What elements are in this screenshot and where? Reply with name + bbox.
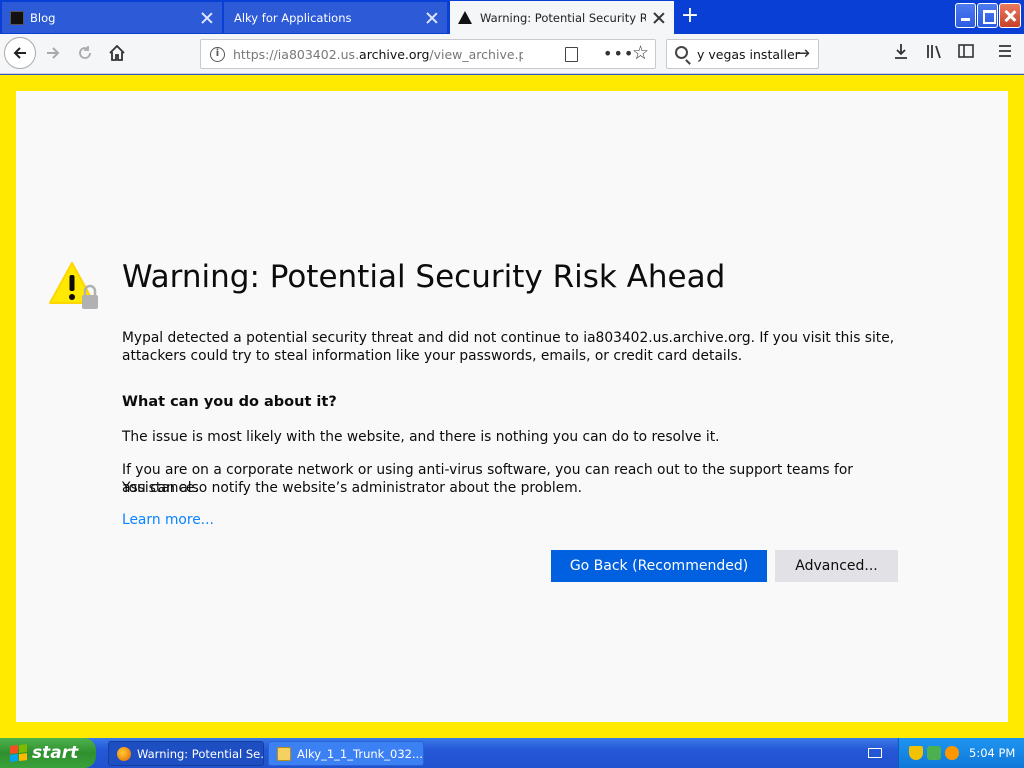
issue-text: The issue is most likely with the websit… bbox=[122, 429, 720, 445]
library-button[interactable] bbox=[925, 42, 943, 65]
more-actions-icon[interactable]: ••• bbox=[603, 44, 634, 63]
reader-view-icon[interactable] bbox=[565, 47, 578, 62]
url-bar[interactable]: i https://ia803402.us.archive.org/view_a… bbox=[200, 39, 656, 69]
tab-warning[interactable]: Warning: Potential Security Risk Ah bbox=[450, 1, 674, 34]
close-icon[interactable] bbox=[425, 11, 439, 25]
security-shield-icon[interactable] bbox=[909, 746, 923, 760]
forward-button[interactable] bbox=[38, 38, 68, 68]
go-back-button[interactable]: Go Back (Recommended) bbox=[551, 550, 767, 582]
nav-toolbar: i https://ia803402.us.archive.org/view_a… bbox=[0, 34, 1024, 74]
reload-button[interactable] bbox=[70, 38, 100, 68]
search-input[interactable]: y vegas installer bbox=[697, 47, 800, 62]
taskbar-item-browser[interactable]: Warning: Potential Se... bbox=[108, 741, 264, 766]
taskbar-item-label: Alky_1_1_Trunk_032... bbox=[297, 746, 423, 761]
search-bar[interactable]: y vegas installer → bbox=[666, 39, 819, 69]
home-icon bbox=[109, 44, 125, 61]
start-button[interactable]: start bbox=[0, 738, 96, 768]
tab-alky[interactable]: Alky for Applications bbox=[224, 2, 447, 33]
url-text: https://ia803402.us.archive.org/view_arc… bbox=[233, 46, 523, 62]
library-icon bbox=[927, 45, 941, 59]
taskbar-item-label: Warning: Potential Se... bbox=[137, 746, 264, 761]
start-label: start bbox=[32, 743, 79, 763]
search-tray-icon[interactable] bbox=[945, 746, 959, 760]
learn-more-link[interactable]: Learn more... bbox=[122, 512, 214, 528]
maximize-button[interactable] bbox=[977, 3, 998, 28]
keyboard-icon[interactable] bbox=[868, 748, 882, 758]
warning-frame: Warning: Potential Security Risk Ahead M… bbox=[0, 75, 1024, 738]
menu-button[interactable] bbox=[996, 42, 1014, 65]
new-tab-button[interactable]: + bbox=[680, 5, 700, 27]
corporate-line-2: You can also notify the website’s admini… bbox=[122, 480, 583, 496]
intro-line-1: Mypal detected a potential security thre… bbox=[122, 330, 895, 346]
search-icon bbox=[675, 46, 688, 59]
sidebar-button[interactable] bbox=[957, 42, 975, 65]
close-icon[interactable] bbox=[652, 11, 666, 25]
arrow-left-icon bbox=[13, 47, 26, 59]
windows-logo-icon bbox=[10, 744, 27, 762]
clock: 5:04 PM bbox=[969, 746, 1016, 760]
tab-title: Blog bbox=[30, 10, 56, 25]
taskbar-item-folder[interactable]: Alky_1_1_Trunk_032... bbox=[268, 741, 424, 766]
hamburger-icon bbox=[999, 45, 1011, 57]
terminal-icon bbox=[10, 10, 24, 25]
sidebar-icon bbox=[958, 44, 974, 58]
download-icon bbox=[895, 44, 907, 59]
warning-icon bbox=[458, 11, 472, 24]
tab-blog[interactable]: Blog bbox=[2, 2, 222, 33]
page-title: Warning: Potential Security Risk Ahead bbox=[122, 259, 726, 295]
tab-strip: Blog Alky for Applications Warning: Pote… bbox=[0, 0, 1024, 34]
advanced-button[interactable]: Advanced... bbox=[775, 550, 898, 582]
tab-title: Alky for Applications bbox=[234, 10, 352, 25]
tab-title: Warning: Potential Security Risk Ah bbox=[480, 10, 646, 25]
intro-line-2: attackers could try to steal information… bbox=[122, 348, 743, 364]
error-page: Warning: Potential Security Risk Ahead M… bbox=[16, 91, 1008, 722]
home-button[interactable] bbox=[102, 38, 132, 68]
search-go-icon[interactable]: → bbox=[795, 43, 810, 64]
back-button[interactable] bbox=[4, 37, 36, 69]
close-icon[interactable] bbox=[200, 11, 214, 25]
window-close-button[interactable] bbox=[999, 3, 1021, 28]
warning-lock-icon bbox=[49, 262, 98, 309]
minimize-button[interactable] bbox=[955, 3, 976, 28]
reload-icon bbox=[79, 46, 91, 59]
browser-icon bbox=[117, 747, 131, 761]
section-heading: What can you do about it? bbox=[122, 394, 337, 410]
system-tray: 5:04 PM bbox=[898, 738, 1024, 768]
taskbar: start Warning: Potential Se... Alky_1_1_… bbox=[0, 738, 1024, 768]
folder-icon bbox=[277, 747, 291, 761]
bookmark-star-icon[interactable]: ☆ bbox=[632, 42, 649, 64]
arrow-right-icon bbox=[47, 47, 60, 59]
downloads-button[interactable] bbox=[892, 42, 910, 65]
info-icon[interactable]: i bbox=[210, 47, 225, 62]
network-icon[interactable] bbox=[927, 746, 941, 760]
